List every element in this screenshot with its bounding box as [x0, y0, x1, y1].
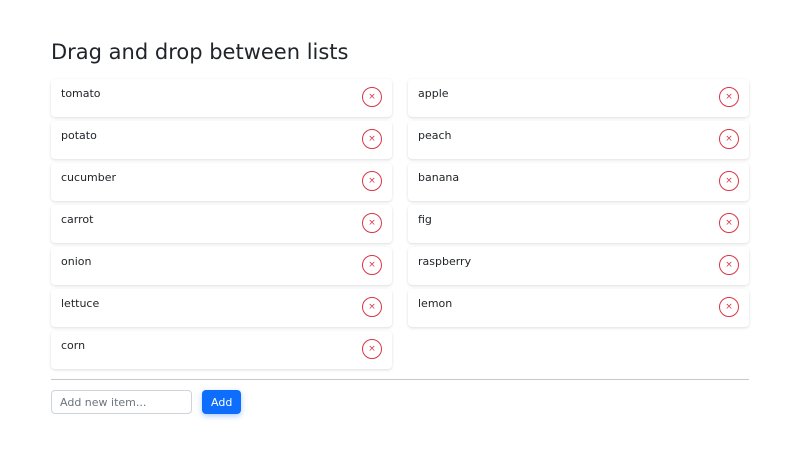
close-icon: ×: [368, 343, 376, 354]
list-item-label: peach: [418, 129, 452, 142]
list-item-label: lemon: [418, 297, 453, 310]
remove-item-button[interactable]: ×: [719, 129, 739, 149]
remove-item-button[interactable]: ×: [362, 297, 382, 317]
remove-item-button[interactable]: ×: [719, 255, 739, 275]
list-item-label: onion: [61, 255, 92, 268]
list-item[interactable]: apple ×: [408, 79, 749, 117]
close-icon: ×: [368, 133, 376, 144]
close-icon: ×: [725, 217, 733, 228]
new-item-input[interactable]: [51, 390, 192, 414]
close-icon: ×: [725, 301, 733, 312]
page-title: Drag and drop between lists: [51, 40, 349, 64]
list-item-label: corn: [61, 339, 86, 352]
remove-item-button[interactable]: ×: [719, 87, 739, 107]
lists-container: tomato × potato × cucumber × carrot × on…: [51, 79, 749, 369]
list-item[interactable]: onion ×: [51, 247, 392, 285]
remove-item-button[interactable]: ×: [362, 339, 382, 359]
page: Drag and drop between lists tomato × pot…: [0, 0, 800, 450]
list-item[interactable]: peach ×: [408, 121, 749, 159]
list-item[interactable]: lemon ×: [408, 289, 749, 327]
list-item-label: cucumber: [61, 171, 117, 184]
close-icon: ×: [368, 301, 376, 312]
remove-item-button[interactable]: ×: [719, 213, 739, 233]
list-item-label: raspberry: [418, 255, 472, 268]
remove-item-button[interactable]: ×: [719, 171, 739, 191]
list-item-label: banana: [418, 171, 460, 184]
list-item[interactable]: corn ×: [51, 331, 392, 369]
list-item[interactable]: raspberry ×: [408, 247, 749, 285]
list-item-label: apple: [418, 87, 449, 100]
list-item-label: carrot: [61, 213, 94, 226]
list-item-label: lettuce: [61, 297, 100, 310]
close-icon: ×: [368, 91, 376, 102]
close-icon: ×: [368, 217, 376, 228]
add-button[interactable]: Add: [202, 390, 242, 414]
list-item[interactable]: tomato ×: [51, 79, 392, 117]
remove-item-button[interactable]: ×: [362, 87, 382, 107]
list-item-label: tomato: [61, 87, 101, 100]
divider: [51, 379, 749, 380]
list-item[interactable]: carrot ×: [51, 205, 392, 243]
list-item-label: fig: [418, 213, 432, 226]
left-list: tomato × potato × cucumber × carrot × on…: [51, 79, 392, 369]
remove-item-button[interactable]: ×: [719, 297, 739, 317]
list-item[interactable]: lettuce ×: [51, 289, 392, 327]
remove-item-button[interactable]: ×: [362, 171, 382, 191]
remove-item-button[interactable]: ×: [362, 129, 382, 149]
close-icon: ×: [368, 175, 376, 186]
remove-item-button[interactable]: ×: [362, 213, 382, 233]
list-item[interactable]: banana ×: [408, 163, 749, 201]
close-icon: ×: [368, 259, 376, 270]
remove-item-button[interactable]: ×: [362, 255, 382, 275]
close-icon: ×: [725, 175, 733, 186]
list-item[interactable]: cucumber ×: [51, 163, 392, 201]
close-icon: ×: [725, 133, 733, 144]
list-item[interactable]: fig ×: [408, 205, 749, 243]
close-icon: ×: [725, 259, 733, 270]
right-list: apple × peach × banana × fig × raspberry…: [408, 79, 749, 369]
close-icon: ×: [725, 91, 733, 102]
list-item[interactable]: potato ×: [51, 121, 392, 159]
add-item-form: Add: [51, 390, 242, 414]
list-item-label: potato: [61, 129, 97, 142]
